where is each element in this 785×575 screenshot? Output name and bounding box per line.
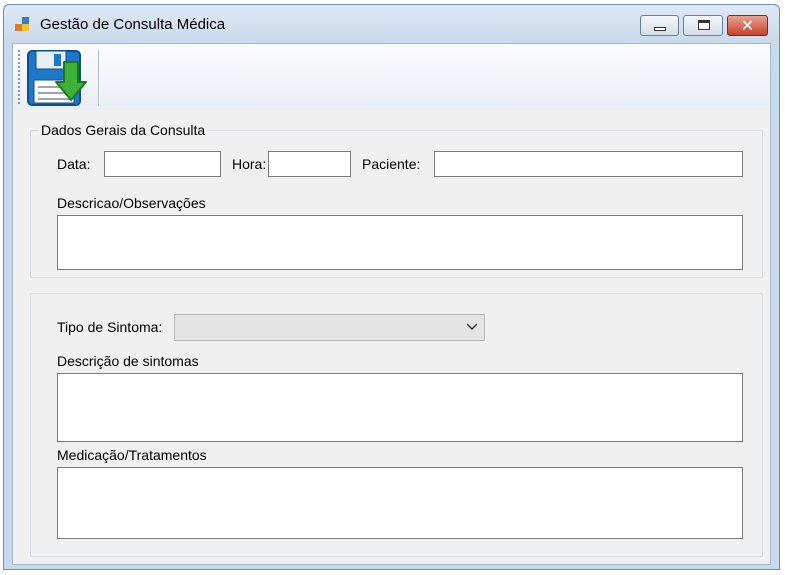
minimize-button[interactable] — [640, 15, 679, 36]
app-window: Gestão de Consulta Médica ✕ Dados Gerais… — [3, 4, 780, 570]
date-field[interactable] — [104, 151, 221, 177]
toolbar-separator — [98, 50, 99, 106]
toolbar-grip[interactable] — [18, 50, 20, 106]
minimize-icon — [654, 27, 666, 31]
close-icon: ✕ — [740, 16, 755, 35]
close-button[interactable]: ✕ — [727, 15, 768, 36]
general-data-legend: Dados Gerais da Consulta — [41, 122, 206, 138]
symptoms-description-textarea[interactable] — [57, 373, 743, 442]
patient-label: Paciente: — [362, 156, 421, 172]
time-label: Hora: — [232, 156, 267, 172]
save-button[interactable] — [26, 48, 96, 108]
notes-label: Descricao/Observações — [57, 195, 206, 211]
restore-button[interactable] — [683, 15, 723, 36]
floppy-save-icon — [27, 50, 87, 106]
symptoms-description-label: Descrição de sintomas — [57, 353, 199, 369]
symptom-type-dropdown[interactable] — [174, 314, 485, 341]
symptom-type-label: Tipo de Sintoma: — [57, 319, 163, 335]
windows-form-icon — [15, 17, 31, 33]
notes-textarea[interactable] — [57, 215, 743, 270]
toolbar — [13, 44, 770, 110]
patient-field[interactable] — [434, 151, 743, 177]
medication-label: Medicação/Tratamentos — [57, 447, 207, 463]
form-client-area: Dados Gerais da Consulta Data: Hora: Pac… — [12, 43, 771, 565]
restore-icon — [698, 20, 710, 30]
date-label: Data: — [57, 156, 91, 172]
medication-textarea[interactable] — [57, 467, 743, 539]
window-title: Gestão de Consulta Médica — [40, 16, 226, 33]
time-field[interactable] — [268, 151, 351, 177]
chevron-down-icon — [466, 323, 478, 331]
title-bar[interactable]: Gestão de Consulta Médica ✕ — [4, 5, 779, 43]
